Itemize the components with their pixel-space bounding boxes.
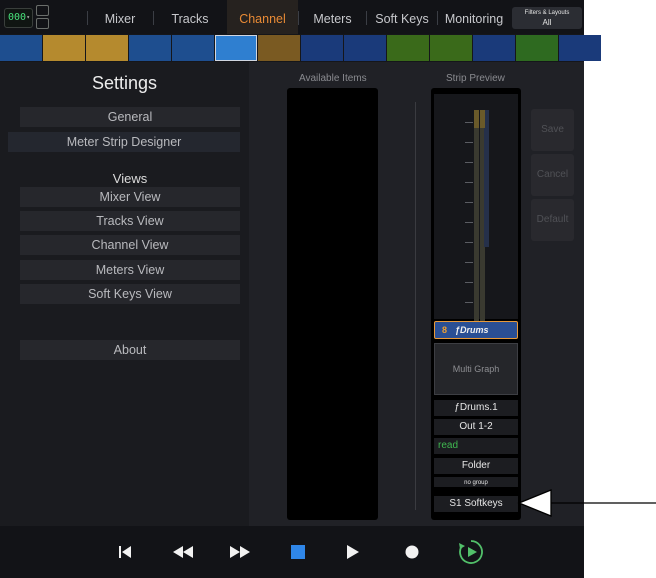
filters-label: Filters & Layouts <box>524 10 570 16</box>
track-color-bar[interactable] <box>0 34 601 62</box>
settings-item-about[interactable]: About <box>20 340 240 360</box>
meter-scale-tick <box>465 222 473 223</box>
views-heading: Views <box>112 171 148 186</box>
go-to-start-icon[interactable] <box>113 526 137 578</box>
tab-monitoring[interactable]: Monitoring <box>438 0 510 34</box>
track-color-segment[interactable] <box>559 35 601 61</box>
output-field[interactable]: Out 1-2 <box>434 419 518 435</box>
settings-panel: Settings General Meter Strip Designer Vi… <box>0 62 584 526</box>
settings-item-meters-view[interactable]: Meters View <box>20 260 240 280</box>
dropdown-caret-icon: ▾ <box>26 14 30 21</box>
fast-forward-icon[interactable] <box>225 526 255 578</box>
rewind-icon[interactable] <box>168 526 198 578</box>
track-name-button[interactable]: 8 ƒDrums <box>434 321 518 339</box>
top-navigation-bar: 000 ▾ Mixer Tracks Channel Meters Soft K… <box>0 0 584 34</box>
loop-playback-icon[interactable] <box>457 526 485 578</box>
record-icon[interactable] <box>403 526 421 578</box>
available-items-list[interactable] <box>287 88 378 520</box>
track-color-segment[interactable] <box>473 35 515 61</box>
available-items-header: Available Items <box>299 73 367 84</box>
track-output-name-field[interactable]: ƒDrums.1 <box>434 400 518 416</box>
multi-graph-slot[interactable]: Multi Graph <box>434 343 518 395</box>
save-button[interactable]: Save <box>531 109 574 151</box>
meter-scale-tick <box>465 302 473 303</box>
strip-preview-header: Strip Preview <box>446 73 505 84</box>
tab-soft-keys[interactable]: Soft Keys <box>367 0 437 34</box>
counter-display-button[interactable]: 000 ▾ <box>4 8 33 28</box>
mute-indicator-icon[interactable] <box>36 18 49 29</box>
track-color-segment[interactable] <box>0 35 42 61</box>
column-divider <box>415 102 416 510</box>
filters-value: All <box>542 18 552 27</box>
meter-scale-tick <box>465 242 473 243</box>
play-icon[interactable] <box>345 526 361 578</box>
meter-peak-left <box>474 110 479 128</box>
settings-item-general[interactable]: General <box>20 107 240 127</box>
transport-bar <box>0 526 584 578</box>
softkeys-field[interactable]: S1 Softkeys <box>434 496 518 512</box>
settings-item-meter-strip-designer[interactable]: Meter Strip Designer <box>8 132 240 152</box>
meter-scale-tick <box>465 162 473 163</box>
track-color-segment[interactable] <box>43 35 85 61</box>
settings-item-tracks-view[interactable]: Tracks View <box>20 211 240 231</box>
settings-item-mixer-view[interactable]: Mixer View <box>20 187 240 207</box>
group-field[interactable]: no group <box>434 477 518 487</box>
track-color-segment[interactable] <box>129 35 171 61</box>
track-number: 8 <box>442 325 448 335</box>
filters-layouts-button[interactable]: Filters & Layouts All <box>512 7 582 29</box>
settings-item-soft-keys-view[interactable]: Soft Keys View <box>20 284 240 304</box>
track-color-segment[interactable] <box>215 35 257 61</box>
meter-peak-right <box>480 110 485 128</box>
track-color-segment[interactable] <box>430 35 472 61</box>
track-color-segment[interactable] <box>344 35 386 61</box>
meter-scale-tick <box>465 202 473 203</box>
meter-scale-tick <box>465 142 473 143</box>
track-color-segment[interactable] <box>387 35 429 61</box>
track-name-label: ƒDrums <box>455 325 489 335</box>
track-color-segment[interactable] <box>258 35 300 61</box>
tab-meters[interactable]: Meters <box>299 0 366 34</box>
meter-scale-tick <box>465 122 473 123</box>
tab-channel[interactable]: Channel <box>227 0 298 34</box>
counter-value: 000 <box>8 12 27 23</box>
solo-indicator-icon[interactable] <box>36 5 49 16</box>
default-button[interactable]: Default <box>531 199 574 241</box>
folder-field[interactable]: Folder <box>434 458 518 474</box>
cancel-button[interactable]: Cancel <box>531 154 574 196</box>
meter-bar-left <box>474 110 479 323</box>
meter-scale-tick <box>465 182 473 183</box>
track-color-segment[interactable] <box>516 35 558 61</box>
track-color-segment[interactable] <box>86 35 128 61</box>
tab-tracks[interactable]: Tracks <box>154 0 226 34</box>
track-color-segment[interactable] <box>172 35 214 61</box>
meter-peak-strip <box>484 110 489 247</box>
track-color-segment[interactable] <box>301 35 343 61</box>
stop-icon[interactable] <box>289 526 307 578</box>
meter-scale-tick <box>465 262 473 263</box>
automation-mode-field[interactable]: read <box>434 438 518 454</box>
page-title: Settings <box>91 73 158 93</box>
settings-item-channel-view[interactable]: Channel View <box>20 235 240 255</box>
meter-scale-tick <box>465 282 473 283</box>
tab-mixer[interactable]: Mixer <box>88 0 152 34</box>
